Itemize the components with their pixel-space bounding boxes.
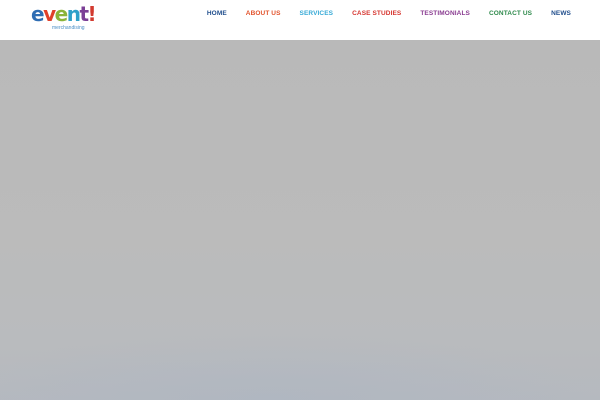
site-header: event! merchandising HOME ABOUT US SERVI… bbox=[0, 0, 600, 40]
logo-tagline: merchandising bbox=[52, 25, 85, 31]
nav-item-contact-us[interactable]: CONTACT US bbox=[489, 10, 532, 18]
logo-wordmark: event! bbox=[31, 2, 97, 26]
logo-letter: t bbox=[79, 2, 89, 26]
logo-letter: ! bbox=[87, 2, 97, 26]
nav-item-home[interactable]: HOME bbox=[207, 10, 227, 18]
logo-letter: e bbox=[54, 2, 69, 26]
logo-letter: v bbox=[43, 2, 56, 26]
event-logo[interactable]: event! merchandising bbox=[31, 3, 97, 33]
logo-letter: n bbox=[66, 2, 81, 26]
hero-banner bbox=[0, 40, 600, 400]
hero-shading bbox=[0, 330, 600, 400]
nav-item-news[interactable]: NEWS bbox=[551, 10, 571, 18]
nav-item-case-studies[interactable]: CASE STUDIES bbox=[352, 10, 401, 18]
main-navigation: HOME ABOUT US SERVICES CASE STUDIES TEST… bbox=[207, 10, 571, 18]
nav-item-services[interactable]: SERVICES bbox=[300, 10, 334, 18]
nav-item-testimonials[interactable]: TESTIMONIALS bbox=[420, 10, 470, 18]
logo-letter: e bbox=[31, 2, 45, 26]
nav-item-about-us[interactable]: ABOUT US bbox=[246, 10, 281, 18]
